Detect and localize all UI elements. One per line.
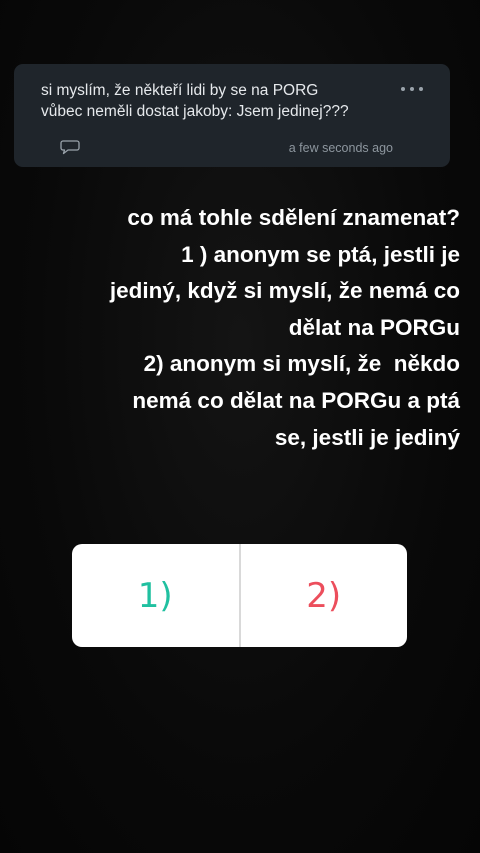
question-text-line: si myslím, že někteří lidi by se na PORG xyxy=(41,82,319,99)
story-background: si myslím, že někteří lidi by se na PORG… xyxy=(0,0,480,853)
question-text-line: vůbec neměli dostat jakoby: Jsem jedinej… xyxy=(41,103,349,120)
caption-line: dělat na PORGu xyxy=(288,314,460,340)
caption-line: se, jestli je jediný xyxy=(274,424,460,450)
poll-sticker: 1) 2) xyxy=(72,544,407,647)
caption-line: nemá co dělat na PORGu a ptá xyxy=(132,387,460,413)
caption-line: co má tohle sdělení znamenat? xyxy=(127,205,460,230)
question-text: si myslím, že někteří lidi by se na PORG… xyxy=(41,80,381,122)
caption-line: jediný, když si myslí, že nemá co xyxy=(109,278,460,304)
story-caption: co má tohle sdělení znamenat? 1 ) anonym… xyxy=(20,200,460,456)
more-horizontal-icon[interactable] xyxy=(401,86,423,92)
comment-icon[interactable] xyxy=(60,139,80,155)
caption-line: 1 ) anonym se ptá, jestli je xyxy=(181,241,460,267)
caption-line: 2) anonym si myslí, že někdo xyxy=(143,351,460,377)
question-card: si myslím, že někteří lidi by se na PORG… xyxy=(14,64,450,167)
poll-option-2[interactable]: 2) xyxy=(241,544,408,647)
poll-option-1[interactable]: 1) xyxy=(72,544,239,647)
timestamp: a few seconds ago xyxy=(288,141,393,155)
